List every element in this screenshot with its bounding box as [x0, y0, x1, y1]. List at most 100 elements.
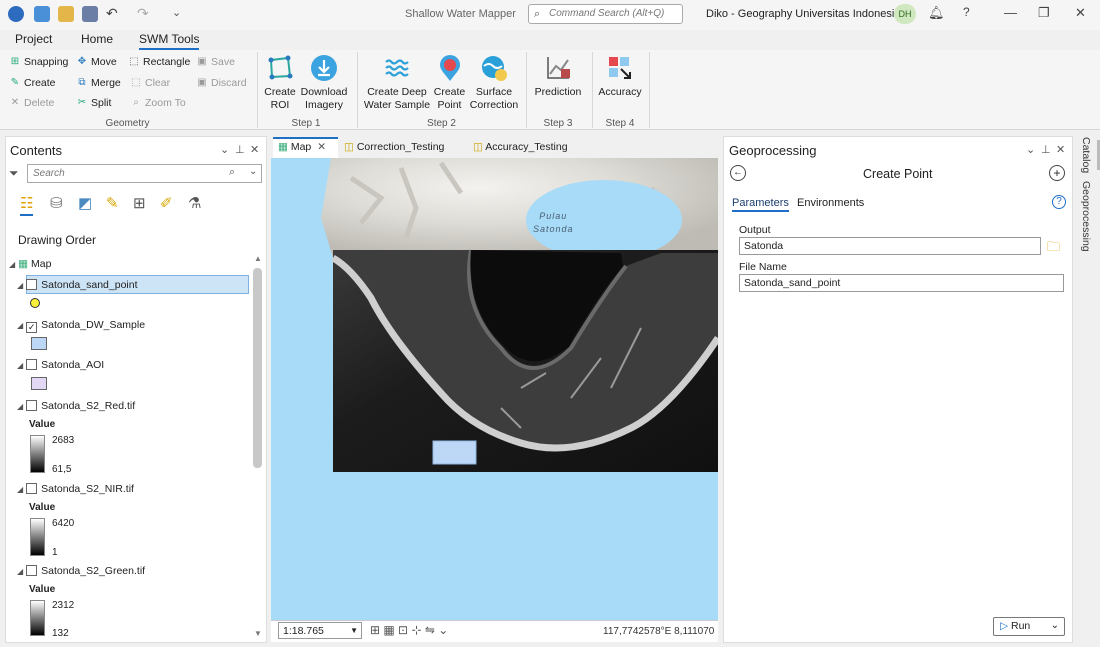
- create-deep-water-sample-button[interactable]: Create Deep Water Sample: [363, 54, 431, 112]
- ribbon-separator: [649, 52, 650, 128]
- ramp-max-value: 2312: [52, 600, 75, 611]
- tab-environments[interactable]: Environments: [797, 197, 864, 209]
- merge-button[interactable]: ⧉ Merge: [76, 77, 120, 89]
- close-pane-icon[interactable]: ✕: [1056, 143, 1065, 156]
- layer-visibility-checkbox[interactable]: [26, 483, 38, 494]
- save-project-icon[interactable]: [82, 6, 98, 22]
- layer-satonda-s2-nir[interactable]: ◢ Satonda_S2_NIR.tif: [17, 483, 134, 495]
- tab-correction-testing[interactable]: ◫ Correction_Testing: [344, 141, 444, 153]
- delete-button[interactable]: ✕ Delete: [9, 97, 55, 109]
- search-dropdown-icon[interactable]: ⌄: [249, 166, 257, 177]
- close-pane-icon[interactable]: ✕: [250, 143, 259, 156]
- drawing-order-heading: Drawing Order: [18, 233, 97, 247]
- layer-visibility-checkbox[interactable]: [26, 400, 38, 411]
- filter-icon[interactable]: ⏷: [9, 166, 19, 181]
- selection-icon[interactable]: ◩: [78, 194, 92, 212]
- undo-icon[interactable]: ↶: [106, 5, 118, 22]
- map-status-tools-icon[interactable]: ⊞ ▦ ⊡ ⊹ ⇋ ⌄: [370, 623, 448, 637]
- layer-visibility-checkbox[interactable]: [26, 565, 38, 576]
- prediction-button[interactable]: Prediction: [532, 54, 584, 99]
- pane-options-icon[interactable]: ⌄: [220, 143, 229, 156]
- layer-satonda-s2-red[interactable]: ◢ Satonda_S2_Red.tif: [17, 400, 135, 412]
- pin-icon[interactable]: ⊥: [235, 143, 245, 156]
- create-button[interactable]: ✎ Create: [9, 77, 56, 89]
- avatar[interactable]: DH: [894, 4, 916, 24]
- contents-search-input[interactable]: Search: [27, 164, 262, 183]
- clear-button[interactable]: ⬚ Clear: [130, 77, 170, 89]
- download-imagery-button[interactable]: Download Imagery: [298, 54, 350, 112]
- split-icon: ✂: [77, 97, 87, 108]
- ribbon-separator: [526, 52, 527, 128]
- layer-satonda-sand-point[interactable]: ◢ Satonda_sand_point: [17, 279, 138, 291]
- symbology-icon[interactable]: ⚗: [188, 194, 201, 212]
- map-icon: ▦: [278, 141, 288, 153]
- save-edits-button[interactable]: ▣ Save: [196, 56, 235, 68]
- folder-icon[interactable]: 🗀︎: [1047, 238, 1060, 260]
- scale-dropdown[interactable]: 1:18.765 ▼: [278, 622, 362, 639]
- search-icon[interactable]: ⌕: [229, 166, 235, 179]
- close-window-button[interactable]: ✕: [1075, 5, 1086, 21]
- collapse-icon: ◢: [17, 361, 24, 370]
- layer-satonda-s2-green[interactable]: ◢ Satonda_S2_Green.tif: [17, 565, 145, 577]
- move-button[interactable]: ✥ Move: [76, 56, 117, 68]
- create-roi-button[interactable]: Create ROI: [262, 54, 298, 112]
- scroll-down-icon[interactable]: ▼: [254, 629, 262, 638]
- open-project-icon[interactable]: [58, 6, 74, 22]
- pin-icon[interactable]: ⊥: [1041, 143, 1051, 156]
- layer-satonda-aoi[interactable]: ◢ Satonda_AOI: [17, 359, 104, 371]
- move-icon: ✥: [77, 56, 87, 67]
- layer-visibility-checkbox[interactable]: ✓: [26, 322, 38, 333]
- tab-accuracy-testing[interactable]: ◫ Accuracy_Testing: [473, 141, 568, 153]
- tab-geoprocessing[interactable]: Geoprocessing: [1080, 181, 1092, 252]
- customize-toolbar-icon[interactable]: ⌄: [172, 6, 181, 19]
- layer-visibility-checkbox[interactable]: [26, 359, 38, 370]
- ribbon-separator: [257, 52, 258, 128]
- snapping-button[interactable]: ⊞ Snapping: [9, 56, 69, 68]
- command-search-input[interactable]: ⌕ Command Search (Alt+Q): [528, 4, 683, 24]
- create-point-button[interactable]: Create Point: [433, 54, 466, 112]
- step4-group-label: Step 4: [605, 118, 635, 129]
- add-icon[interactable]: +: [1049, 165, 1065, 181]
- data-source-icon[interactable]: ⛁: [50, 194, 63, 212]
- zoom-to-button[interactable]: ⌕ Zoom To: [130, 97, 185, 109]
- drawing-order-icon[interactable]: ☷: [20, 194, 34, 216]
- snapping-list-icon[interactable]: ⊞: [133, 194, 146, 212]
- output-field[interactable]: Satonda: [739, 237, 1041, 255]
- close-tab-icon[interactable]: ✕: [317, 141, 326, 153]
- accuracy-button[interactable]: Accuracy: [598, 54, 642, 99]
- tab-map[interactable]: ▦ Map ✕: [278, 141, 326, 153]
- restore-button[interactable]: ❐: [1038, 5, 1050, 21]
- map-canvas[interactable]: Pulau Satonda: [271, 158, 718, 620]
- discard-button[interactable]: ▣ Discard: [196, 77, 246, 89]
- tab-project[interactable]: Project: [15, 32, 52, 46]
- tab-catalog[interactable]: Catalog: [1080, 137, 1092, 173]
- tab-home[interactable]: Home: [81, 32, 113, 46]
- map-tree-node[interactable]: ◢ ▦ Map: [9, 258, 51, 270]
- pane-options-icon[interactable]: ⌄: [1026, 143, 1035, 156]
- value-label: Value: [29, 502, 56, 513]
- file-name-field[interactable]: Satonda_sand_point: [739, 274, 1064, 292]
- new-project-icon[interactable]: [34, 6, 50, 22]
- back-icon[interactable]: ←: [730, 165, 746, 181]
- layer-visibility-checkbox[interactable]: [26, 279, 38, 290]
- color-ramp: [30, 518, 45, 556]
- editing-icon[interactable]: ✎: [106, 194, 119, 212]
- rectangle-button[interactable]: ⬚ Rectangle: [128, 56, 190, 68]
- contents-scrollbar[interactable]: [253, 268, 262, 468]
- split-button[interactable]: ✂ Split: [76, 97, 112, 109]
- play-icon: ▷: [1000, 620, 1009, 632]
- run-button[interactable]: ▷ Run ⌄: [993, 617, 1065, 636]
- surface-correction-button[interactable]: Surface Correction: [468, 54, 520, 112]
- ribbon-separator: [592, 52, 593, 128]
- tab-parameters[interactable]: Parameters: [732, 197, 789, 212]
- bell-icon[interactable]: 🔔︎: [928, 5, 945, 21]
- layer-satonda-dw-sample[interactable]: ◢ ✓ Satonda_DW_Sample: [17, 319, 145, 333]
- labeling-icon[interactable]: ✐: [160, 194, 173, 212]
- scroll-up-icon[interactable]: ▲: [254, 254, 262, 263]
- tab-swm-tools[interactable]: SWM Tools: [139, 32, 200, 50]
- help-icon[interactable]: ?: [1052, 195, 1066, 209]
- help-button[interactable]: ?: [963, 5, 970, 19]
- minimize-button[interactable]: —: [1004, 5, 1017, 20]
- redo-icon[interactable]: ↷: [137, 5, 149, 22]
- geoprocessing-pane: [723, 136, 1073, 643]
